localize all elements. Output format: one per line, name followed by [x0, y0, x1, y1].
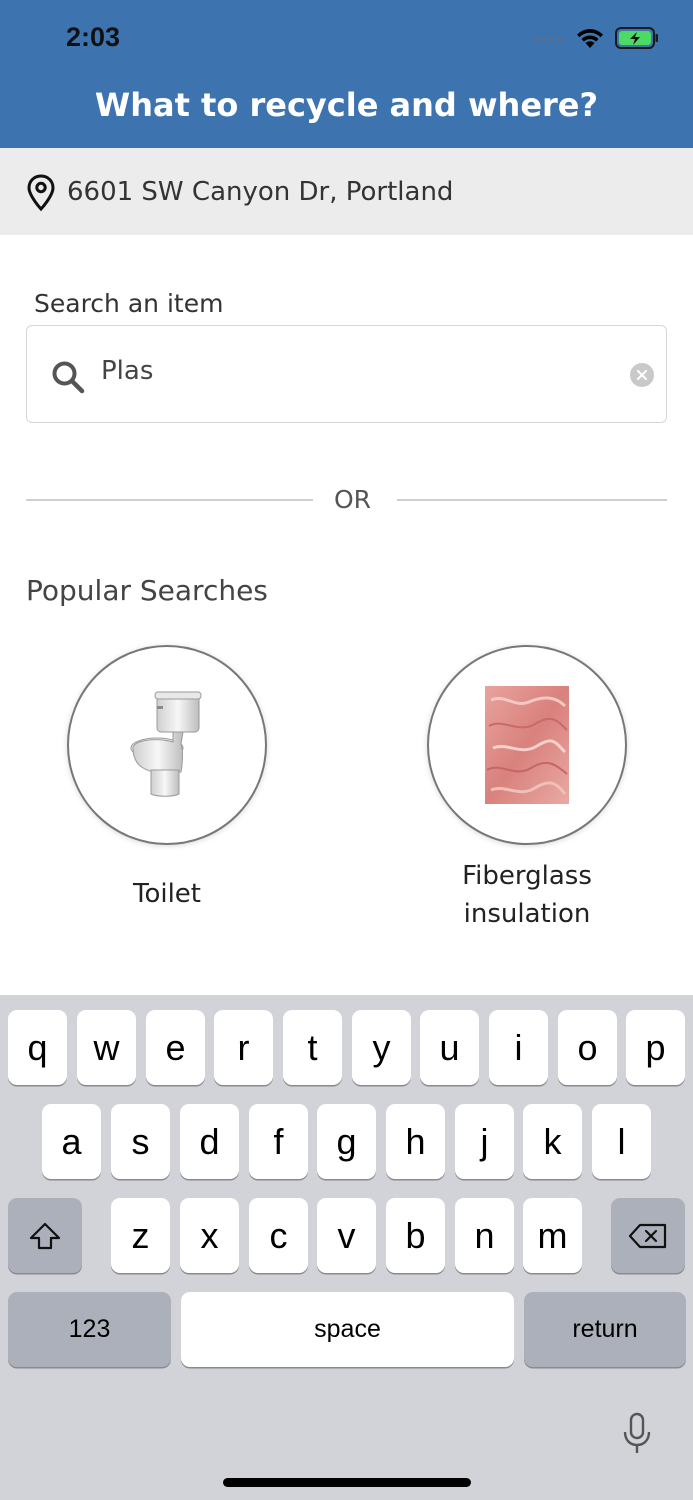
- key-j[interactable]: j: [455, 1104, 514, 1179]
- key-s[interactable]: s: [111, 1104, 170, 1179]
- status-icons: [533, 24, 659, 52]
- return-key[interactable]: return: [524, 1292, 686, 1367]
- space-key[interactable]: space: [181, 1292, 514, 1367]
- key-d[interactable]: d: [180, 1104, 239, 1179]
- divider-line-right: [397, 499, 667, 501]
- home-indicator: [223, 1478, 471, 1487]
- backspace-icon: [628, 1223, 667, 1248]
- divider-line-left: [26, 499, 313, 501]
- shift-key[interactable]: [8, 1198, 82, 1273]
- key-r[interactable]: r: [214, 1010, 273, 1085]
- key-b[interactable]: b: [386, 1198, 445, 1273]
- shift-icon: [29, 1222, 61, 1249]
- search-box[interactable]: [26, 325, 667, 423]
- popular-item-toilet[interactable]: Toilet: [67, 645, 267, 913]
- toilet-icon: [130, 691, 202, 797]
- key-k[interactable]: k: [523, 1104, 582, 1179]
- key-l[interactable]: l: [592, 1104, 651, 1179]
- microphone-icon[interactable]: [622, 1412, 652, 1456]
- numbers-key[interactable]: 123: [8, 1292, 171, 1367]
- key-m[interactable]: m: [523, 1198, 582, 1273]
- popular-item-label: Fiberglass insulation: [462, 861, 592, 929]
- key-h[interactable]: h: [386, 1104, 445, 1179]
- key-v[interactable]: v: [317, 1198, 376, 1273]
- key-t[interactable]: t: [283, 1010, 342, 1085]
- search-input[interactable]: [101, 356, 601, 386]
- status-time: 2:03: [66, 22, 121, 52]
- key-e[interactable]: e: [146, 1010, 205, 1085]
- key-q[interactable]: q: [8, 1010, 67, 1085]
- key-o[interactable]: o: [558, 1010, 617, 1085]
- key-c[interactable]: c: [249, 1198, 308, 1273]
- app-header: 2:03 What to recycle and where?: [0, 0, 693, 148]
- location-bar[interactable]: 6601 SW Canyon Dr, Portland: [0, 148, 693, 235]
- search-icon: [52, 361, 85, 394]
- popular-item-image[interactable]: [427, 645, 627, 845]
- key-y[interactable]: y: [352, 1010, 411, 1085]
- key-p[interactable]: p: [626, 1010, 685, 1085]
- location-pin-icon: [27, 174, 55, 212]
- page-title: What to recycle and where?: [94, 86, 599, 124]
- key-i[interactable]: i: [489, 1010, 548, 1085]
- key-w[interactable]: w: [77, 1010, 136, 1085]
- popular-item-label: Toilet: [132, 879, 201, 909]
- key-z[interactable]: z: [111, 1198, 170, 1273]
- location-address: 6601 SW Canyon Dr, Portland: [67, 177, 454, 207]
- on-screen-keyboard: q w e r t y u i o p a s d f g h j k l z …: [0, 995, 693, 1500]
- key-f[interactable]: f: [249, 1104, 308, 1179]
- battery-charging-icon: [615, 27, 658, 49]
- key-u[interactable]: u: [420, 1010, 479, 1085]
- clear-search-icon[interactable]: [630, 363, 654, 387]
- wifi-icon: [577, 29, 603, 48]
- fiberglass-insulation-image: [485, 686, 569, 804]
- popular-item-image[interactable]: [67, 645, 267, 845]
- key-a[interactable]: a: [42, 1104, 101, 1179]
- key-g[interactable]: g: [317, 1104, 376, 1179]
- search-label: Search an item: [34, 289, 224, 318]
- delete-key[interactable]: [611, 1198, 685, 1273]
- key-x[interactable]: x: [180, 1198, 239, 1273]
- key-n[interactable]: n: [455, 1198, 514, 1273]
- signal-icon: [533, 37, 562, 42]
- popular-searches-title: Popular Searches: [26, 574, 268, 607]
- popular-item-fiberglass-insulation[interactable]: Fiberglass insulation: [427, 645, 627, 933]
- or-divider-text: OR: [334, 485, 372, 514]
